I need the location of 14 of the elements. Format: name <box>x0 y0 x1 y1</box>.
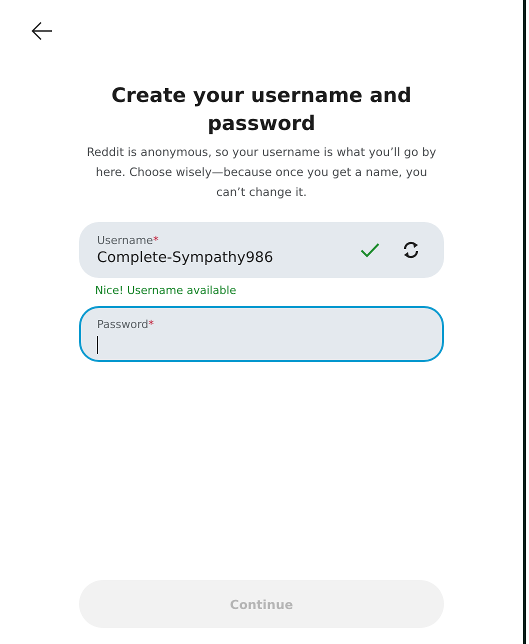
back-button[interactable] <box>31 21 53 41</box>
back-arrow-icon <box>31 21 53 41</box>
text-caret <box>97 336 98 354</box>
field-value: Complete-Sympathy986 <box>97 249 274 268</box>
refresh-icon <box>402 240 420 260</box>
input-field[interactable]: Password* <box>79 306 444 362</box>
description: Reddit is anonymous, so your username is what you’ll go by here. Choose wisely—because once you get a name, you can’t change it. <box>86 144 436 201</box>
checkmark-icon <box>360 242 380 258</box>
refresh-button[interactable] <box>402 240 420 260</box>
availability-message: Nice! Username available <box>95 284 236 298</box>
field-label: Username* <box>97 234 159 248</box>
input-field[interactable]: Username* Complete-Sympathy986 <box>79 222 444 278</box>
field-label: Password* <box>97 318 154 332</box>
page-title: Create your username and password <box>110 82 413 137</box>
